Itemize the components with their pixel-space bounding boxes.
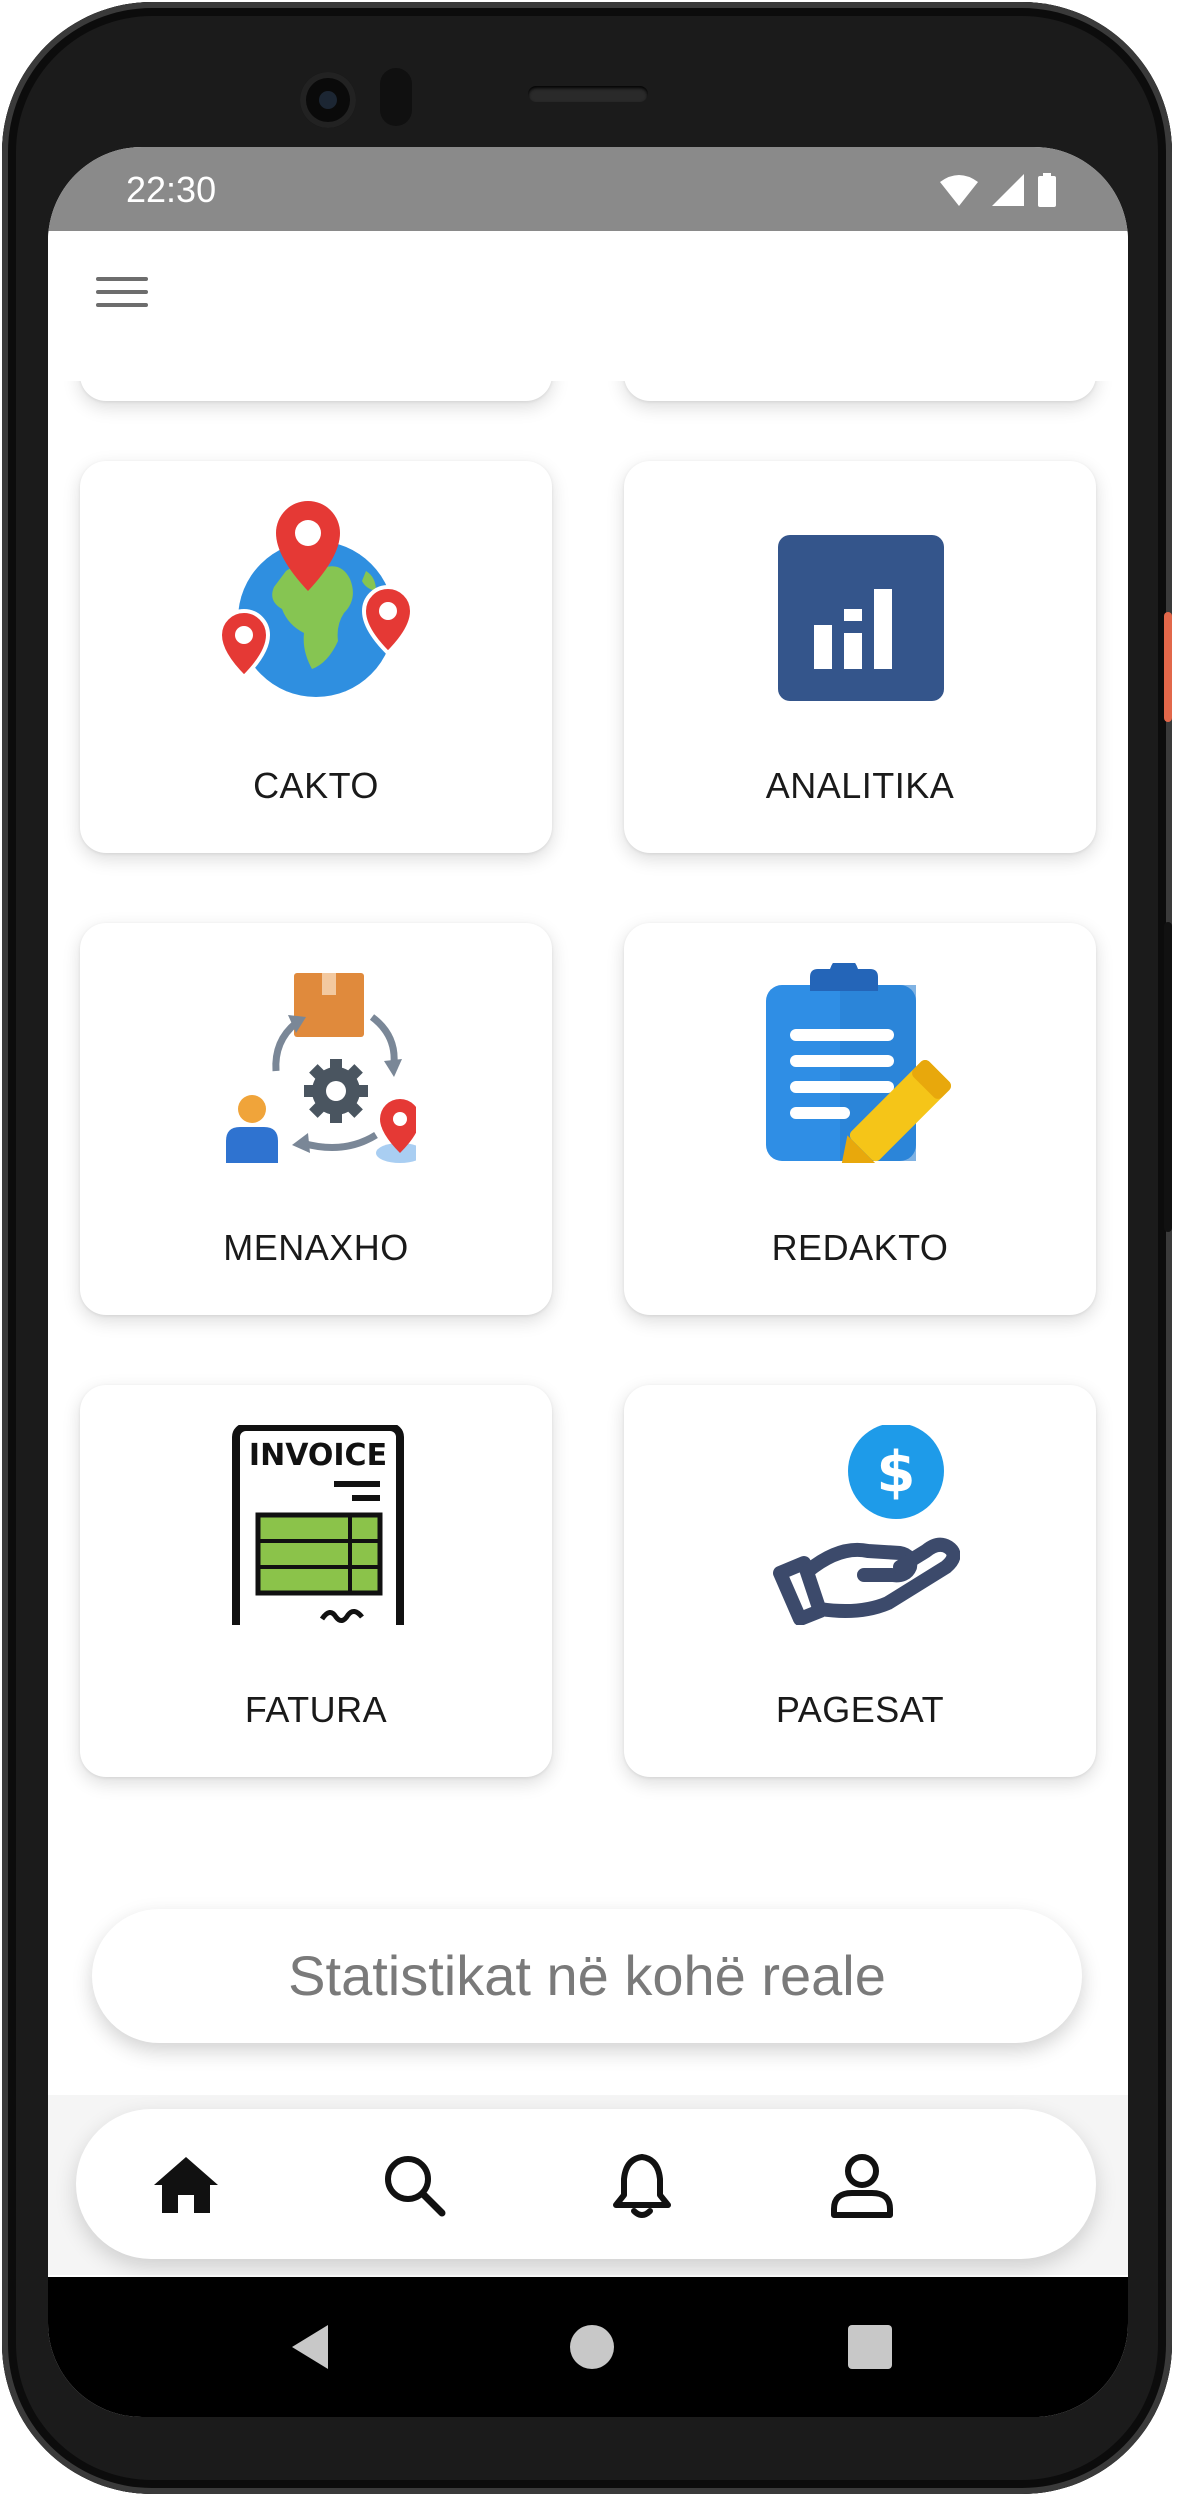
proximity-sensor (380, 68, 412, 126)
system-recents-button[interactable] (842, 2319, 898, 2375)
search-icon (385, 2156, 446, 2217)
dashboard-grid: CAKTO ANALITIKA MENAXHO REDAKTO INVOICE … (48, 381, 1128, 2261)
battery-icon (1038, 173, 1056, 207)
phone-frame: 22:30 CAKTO ANALITIKA MENAXHO REDAKTO IN… (2, 2, 1172, 2494)
gear-icon (304, 1059, 368, 1123)
earpiece-speaker (528, 86, 648, 102)
power-button (1164, 612, 1172, 722)
tile-redakto[interactable]: REDAKTO (624, 923, 1096, 1315)
nav-home[interactable] (150, 2149, 222, 2221)
tile-label: REDAKTO (771, 1227, 949, 1268)
tile-fatura[interactable]: INVOICE FATURA (80, 1385, 552, 1777)
back-triangle-icon (292, 2325, 328, 2369)
globe-location-pins-icon (217, 501, 415, 697)
realtime-stats-button[interactable]: Statistikat në kohë reale (92, 1909, 1082, 2043)
tile-label: ANALITIKA (765, 765, 955, 806)
menu-icon-line (96, 303, 148, 307)
tile-label: MENAXHO (223, 1227, 409, 1268)
dollar-sign: $ (877, 1440, 916, 1505)
nav-notifications[interactable] (606, 2149, 678, 2221)
recents-square-icon (848, 2325, 892, 2369)
hand-icon (773, 1537, 960, 1625)
tile-label: PAGESAT (775, 1689, 945, 1730)
tile-cakto[interactable]: CAKTO (80, 461, 552, 853)
tile-pagesat[interactable]: $ PAGESAT (624, 1385, 1096, 1777)
nav-search[interactable] (378, 2149, 450, 2221)
user-icon (831, 2154, 893, 2218)
app-bar (48, 231, 1128, 381)
system-back-button[interactable] (282, 2319, 338, 2375)
bottom-navigation (76, 2109, 1096, 2259)
wifi-icon (940, 175, 978, 206)
menu-icon-line (96, 277, 148, 281)
clipboard-edit-icon (766, 963, 951, 1163)
status-icons (940, 173, 1056, 207)
payment-hand-dollar-icon: $ (773, 1425, 960, 1625)
tile-label: FATURA (244, 1689, 388, 1730)
home-icon (154, 2157, 218, 2213)
bar-chart-icon (778, 535, 944, 701)
nav-profile[interactable] (826, 2149, 898, 2221)
logistics-cycle-icon (226, 973, 416, 1163)
tile-partial-right[interactable] (624, 381, 1096, 401)
system-navigation-bar (48, 2277, 1128, 2417)
invoice-text: INVOICE (249, 1438, 387, 1473)
tile-menaxho[interactable]: MENAXHO (80, 923, 552, 1315)
status-bar: 22:30 (48, 147, 1128, 231)
signal-icon (992, 174, 1024, 206)
status-time: 22:30 (126, 169, 217, 210)
tile-analitika[interactable]: ANALITIKA (624, 461, 1096, 853)
bell-icon (613, 2154, 671, 2218)
system-home-button[interactable] (564, 2319, 620, 2375)
invoice-icon: INVOICE (232, 1425, 404, 1625)
menu-icon-line (96, 290, 148, 294)
tile-label: CAKTO (253, 765, 379, 806)
volume-button (1164, 922, 1172, 1232)
hamburger-menu-button[interactable] (96, 277, 152, 325)
front-camera (300, 72, 356, 128)
screen: 22:30 CAKTO ANALITIKA MENAXHO REDAKTO IN… (48, 147, 1128, 2417)
tile-partial-left[interactable] (80, 381, 552, 401)
home-circle-icon (570, 2325, 614, 2369)
